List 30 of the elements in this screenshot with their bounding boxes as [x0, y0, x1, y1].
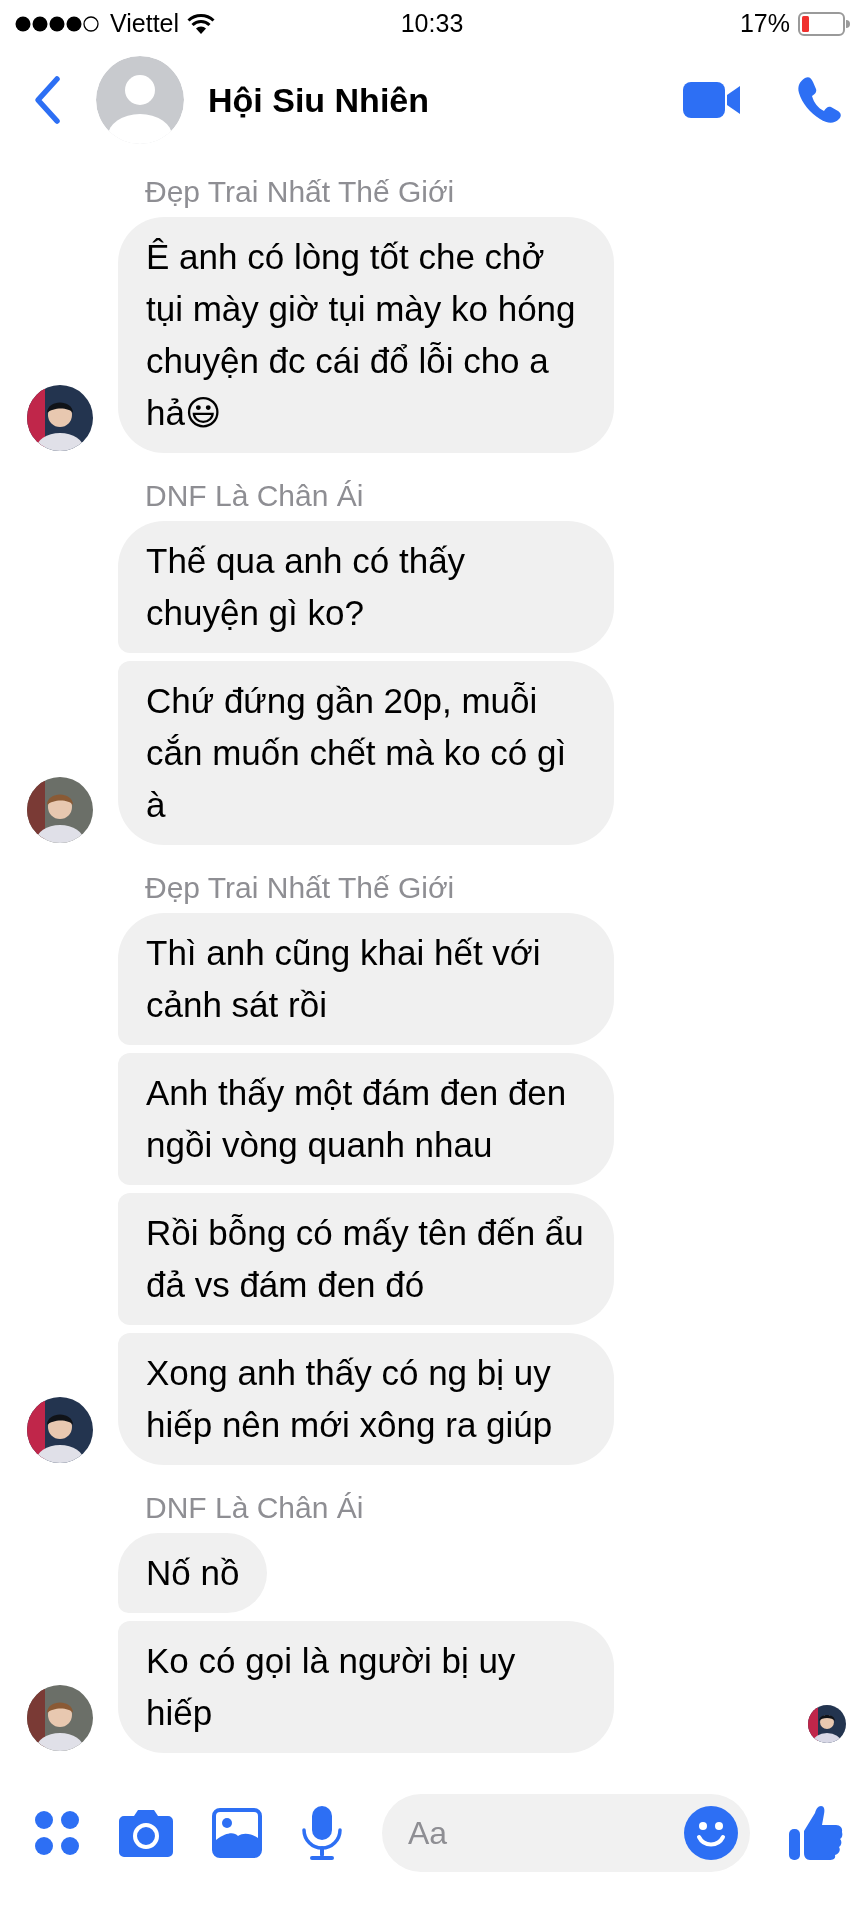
- sender-name: Đẹp Trai Nhất Thế Giới: [145, 869, 456, 906]
- battery-icon: [798, 11, 850, 36]
- message-bubble: Thế qua anh có thấy chuyện gì ko?: [118, 520, 614, 653]
- thumbs-up-button[interactable]: [788, 1805, 844, 1862]
- message-bubble: Anh thấy một đám đen đen ngồi vòng quanh nhau: [118, 1052, 614, 1185]
- carrier-name: Viettel: [110, 9, 180, 39]
- signal-icon: [14, 14, 102, 33]
- wifi-icon: [187, 12, 216, 35]
- message-bubble: Thì anh cũng khai hết với cảnh sát rồi: [118, 912, 614, 1045]
- apps-button[interactable]: [34, 1810, 80, 1857]
- emoji-button[interactable]: [684, 1806, 738, 1861]
- camera-button[interactable]: [118, 1808, 174, 1859]
- chat-title: Hội Siu Nhiên: [208, 80, 430, 120]
- message-bubble: Xong anh thấy có ng bị uy hiếp nên mới xông ra giúp: [118, 1332, 614, 1465]
- sender-name: DNF Là Chân Ái: [145, 1489, 365, 1526]
- sender-name: DNF Là Chân Ái: [145, 477, 365, 514]
- message-bubble: Nố nồ: [118, 1532, 268, 1613]
- video-call-button[interactable]: [682, 80, 742, 121]
- sender-name: Đẹp Trai Nhất Thế Giới: [145, 173, 456, 210]
- message-bubble: Chứ đứng gần 20p, muỗi cắn muốn chết mà ko có gì à: [118, 660, 614, 845]
- message-bubble: Rồi bỗng có mấy tên đến ẩu đả vs đám đen đó: [118, 1192, 614, 1325]
- phone-call-button[interactable]: [796, 76, 842, 125]
- message-bubble: Ko có gọi là người bị uy hiếp: [118, 1620, 614, 1753]
- back-button[interactable]: [32, 75, 62, 126]
- image-button[interactable]: [212, 1808, 262, 1859]
- message-field[interactable]: Aa: [382, 1794, 750, 1873]
- microphone-button[interactable]: [300, 1805, 344, 1862]
- battery-percent: 17%: [739, 9, 790, 39]
- clock-time: 10:33: [400, 9, 464, 39]
- message-bubble: Ê anh có lòng tốt che chở tụi mày giờ tụi mày ko hóng chuyện đc cái đổ lỗi cho a hả😃: [118, 216, 614, 453]
